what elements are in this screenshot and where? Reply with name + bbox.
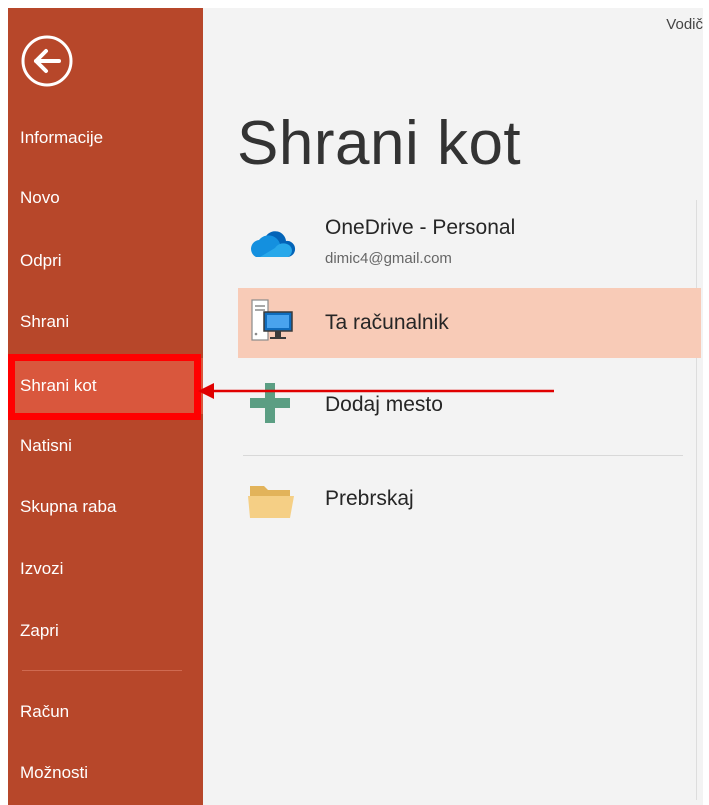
back-arrow-icon xyxy=(21,35,73,87)
onedrive-cloud-icon xyxy=(246,218,296,268)
add-place-plus-icon xyxy=(246,380,296,430)
nav-item-shrani[interactable]: Shrani xyxy=(8,294,203,350)
location-this-pc[interactable]: Ta računalnik xyxy=(238,288,701,358)
location-subtitle: dimic4@gmail.com xyxy=(325,250,452,267)
nav-item-novo[interactable]: Novo xyxy=(8,170,203,226)
location-title: Dodaj mesto xyxy=(325,393,443,416)
location-title: Prebrskaj xyxy=(325,487,414,510)
nav-item-shrani-kot[interactable]: Shrani kot xyxy=(8,358,203,414)
nav-item-zapri[interactable]: Zapri xyxy=(8,603,203,659)
location-title: OneDrive - Personal xyxy=(325,216,516,239)
back-button[interactable] xyxy=(18,32,76,90)
locations-divider xyxy=(243,455,683,456)
backstage-sidebar: Informacije Novo Odpri Shrani Shrani kot… xyxy=(8,8,203,805)
folder-icon xyxy=(246,474,296,524)
nav-item-racun[interactable]: Račun xyxy=(8,684,203,740)
sidebar-divider xyxy=(22,670,182,671)
guide-link[interactable]: Vodič xyxy=(666,16,703,33)
main-panel: Vodič Shrani kot OneDrive - Personal dim… xyxy=(203,8,703,805)
nav-item-natisni[interactable]: Natisni xyxy=(8,418,203,474)
nav-item-odpri[interactable]: Odpri xyxy=(8,233,203,289)
backstage-window: Informacije Novo Odpri Shrani Shrani kot… xyxy=(8,8,703,805)
nav-item-skupna-raba[interactable]: Skupna raba xyxy=(8,479,203,535)
nav-item-izvozi[interactable]: Izvozi xyxy=(8,541,203,597)
location-browse[interactable]: Prebrskaj xyxy=(238,464,701,534)
nav-item-moznosti[interactable]: Možnosti xyxy=(8,745,203,801)
location-add-place[interactable]: Dodaj mesto xyxy=(238,370,701,440)
nav-item-informacije[interactable]: Informacije xyxy=(8,110,203,166)
page-title: Shrani kot xyxy=(237,109,522,178)
computer-icon xyxy=(246,298,296,348)
location-onedrive[interactable]: OneDrive - Personal dimic4@gmail.com xyxy=(238,208,701,278)
location-title: Ta računalnik xyxy=(325,311,449,334)
